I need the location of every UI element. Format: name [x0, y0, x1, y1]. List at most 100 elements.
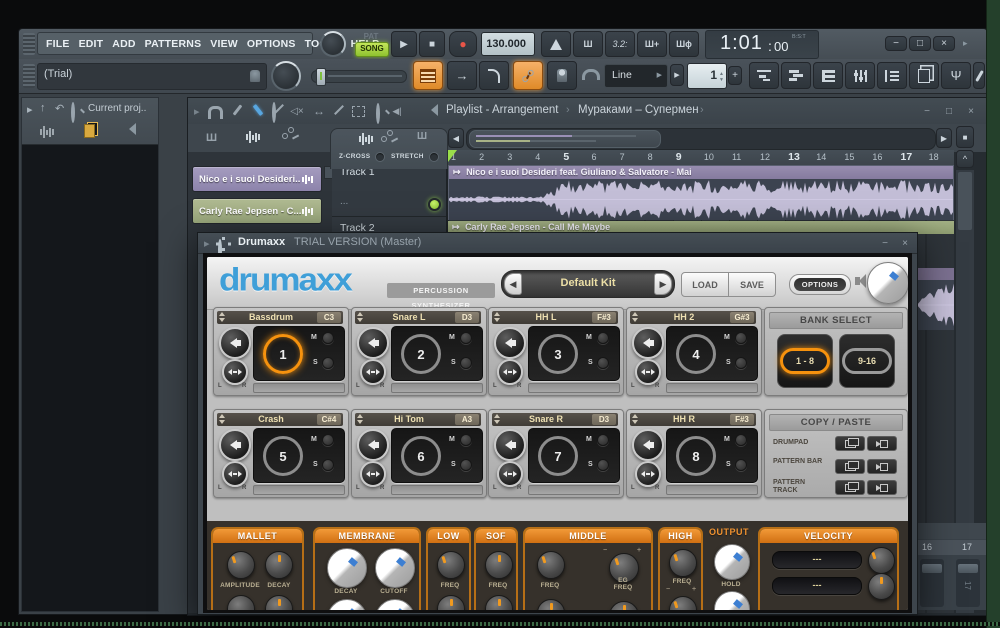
main-volume-knob[interactable]	[271, 61, 301, 91]
stretch-toggle[interactable]	[429, 152, 439, 162]
browser-tab-title[interactable]: Current proj..	[88, 103, 146, 114]
toolbar-overflow-arrow[interactable]: ▸	[963, 38, 968, 49]
pad-pan-knob[interactable]	[635, 461, 661, 487]
timeline-bar-number[interactable]: 17	[898, 150, 926, 165]
timeline-bar-number[interactable]: 15	[841, 150, 869, 165]
track-1-enable-led[interactable]	[428, 198, 441, 211]
output-knob-2[interactable]	[714, 591, 750, 610]
menu-item[interactable]: EDIT	[79, 38, 104, 50]
playlist-menu-arrow[interactable]: ▸	[194, 105, 200, 118]
drum-pad[interactable]: Crash C#4 L R 5 M S	[213, 409, 349, 498]
membrane-knob-4[interactable]	[375, 599, 415, 610]
drum-pad[interactable]: HH 2 G#3 L R 4 M S	[626, 307, 762, 396]
timeline-bar-number[interactable]: 12	[757, 150, 785, 165]
main-pitch-slider[interactable]	[311, 70, 407, 83]
mixer-fader-16[interactable]	[920, 559, 944, 607]
countdown-button[interactable]: 3.2:	[605, 31, 635, 57]
drum-pad[interactable]: Hi Tom A3 L R 6 M S	[351, 409, 487, 498]
middle-knob-4[interactable]	[609, 601, 639, 610]
headphones-icon[interactable]	[582, 69, 600, 80]
solo-button[interactable]	[460, 459, 472, 471]
mute-button[interactable]	[460, 434, 472, 446]
menu-item[interactable]: OPTIONS	[247, 38, 296, 50]
high-knob-2[interactable]	[669, 596, 697, 610]
membrane-knob-3[interactable]	[327, 599, 367, 610]
pad-volume-knob[interactable]	[357, 429, 389, 461]
sof-freq-knob[interactable]	[485, 551, 513, 579]
playhead-marker[interactable]	[448, 150, 457, 162]
pad-pan-knob[interactable]	[360, 359, 386, 385]
play-button[interactable]: ▶	[391, 31, 417, 57]
drumpad-paste-button[interactable]	[867, 436, 897, 451]
step-sequencer-view-button[interactable]	[413, 61, 443, 90]
audio-clip-1[interactable]: ↦ Nico e i suoi Desideri feat. Giuliano …	[448, 165, 954, 220]
mallet-knob-4[interactable]	[265, 595, 293, 610]
pad-volume-knob[interactable]	[357, 327, 389, 359]
timeline-bar-number[interactable]: 5	[560, 150, 588, 165]
select-tool-icon[interactable]	[352, 106, 365, 117]
metronome-pedal-button[interactable]	[547, 61, 577, 90]
mallet-amplitude-knob[interactable]	[227, 551, 255, 579]
piano-roll-view-button[interactable]	[781, 62, 811, 89]
snap-magnet-icon[interactable]	[208, 106, 223, 119]
pad-volume-knob[interactable]	[219, 327, 251, 359]
clip-chip-2[interactable]: Carly Rae Jepsen - C...	[192, 198, 322, 224]
mute-button[interactable]	[735, 434, 747, 446]
mixer-view-button[interactable]	[845, 62, 875, 89]
playlist-maximize[interactable]: □	[940, 103, 958, 119]
middle-freq-knob[interactable]	[537, 551, 565, 579]
pad-note-badge[interactable]: A3	[455, 414, 479, 425]
mute-button[interactable]	[460, 332, 472, 344]
pad-pan-knob[interactable]	[360, 461, 386, 487]
pattern-bar-copy-button[interactable]	[835, 459, 865, 474]
mute-button[interactable]	[322, 434, 334, 446]
membrane-cutoff-knob[interactable]	[375, 548, 415, 588]
timeline-bar-number[interactable]: 9	[673, 150, 701, 165]
solo-button[interactable]	[597, 459, 609, 471]
mute-button[interactable]	[322, 332, 334, 344]
metronome-button[interactable]	[541, 31, 571, 57]
toolbar-grip-2[interactable]	[23, 64, 35, 88]
sof-knob-2[interactable]	[485, 595, 513, 610]
browser-up-icon[interactable]: ↑	[40, 102, 46, 114]
record-button[interactable]: ●	[449, 31, 477, 57]
pad-spinner[interactable]	[632, 312, 640, 323]
mixer-track-17[interactable]: 17	[962, 542, 972, 552]
paint-tool-icon[interactable]	[253, 104, 264, 116]
timeline-bar-number[interactable]: 6	[588, 150, 616, 165]
delete-tool-icon[interactable]	[272, 102, 276, 123]
pad-spinner[interactable]	[357, 414, 365, 425]
pad-note-badge[interactable]: C3	[317, 312, 341, 323]
pattern-play-arrow[interactable]: ▶	[670, 64, 684, 86]
timeline-bar-number[interactable]: 11	[729, 150, 757, 165]
timeline-bar-number[interactable]: 18	[926, 150, 954, 165]
mixer-track-16[interactable]: 16	[922, 542, 932, 552]
zoom-tool-icon[interactable]	[376, 103, 380, 124]
next-arrow-button[interactable]: →	[447, 61, 477, 90]
pad-screen[interactable]: 1 M S	[253, 326, 345, 381]
pattern-bar-paste-button[interactable]	[867, 459, 897, 474]
pad-volume-knob[interactable]	[494, 327, 526, 359]
snap-selector[interactable]: Line ▶	[604, 64, 668, 88]
low-knob-2[interactable]	[437, 595, 465, 610]
timeline-bar-number[interactable]: 3	[504, 150, 532, 165]
pad-volume-knob[interactable]	[632, 429, 664, 461]
pad-spinner[interactable]	[219, 312, 227, 323]
blend-recording-button[interactable]: Ш+	[637, 31, 667, 57]
solo-button[interactable]	[735, 357, 747, 369]
membrane-decay-knob[interactable]	[327, 548, 367, 588]
pad-screen[interactable]: 7 M S	[528, 428, 620, 483]
pad-volume-knob[interactable]	[632, 327, 664, 359]
timeline-bar-number[interactable]: 10	[701, 150, 729, 165]
mallet-knob-3[interactable]	[227, 595, 255, 610]
low-freq-knob[interactable]	[437, 551, 465, 579]
clip-fragment[interactable]	[918, 268, 954, 330]
menu-item[interactable]: PATTERNS	[145, 38, 202, 50]
pad-pan-knob[interactable]	[497, 461, 523, 487]
pad-spinner[interactable]	[494, 312, 502, 323]
solo-button[interactable]	[322, 459, 334, 471]
fader-cap-16[interactable]	[922, 564, 942, 573]
playlist-titlebar[interactable]: ▸ ◁× ↔ ◀| Playlist - Arrangement › Мурак…	[188, 98, 986, 125]
menu-item[interactable]: FILE	[46, 38, 70, 50]
mixer-fader-17[interactable]: 17	[956, 559, 980, 607]
